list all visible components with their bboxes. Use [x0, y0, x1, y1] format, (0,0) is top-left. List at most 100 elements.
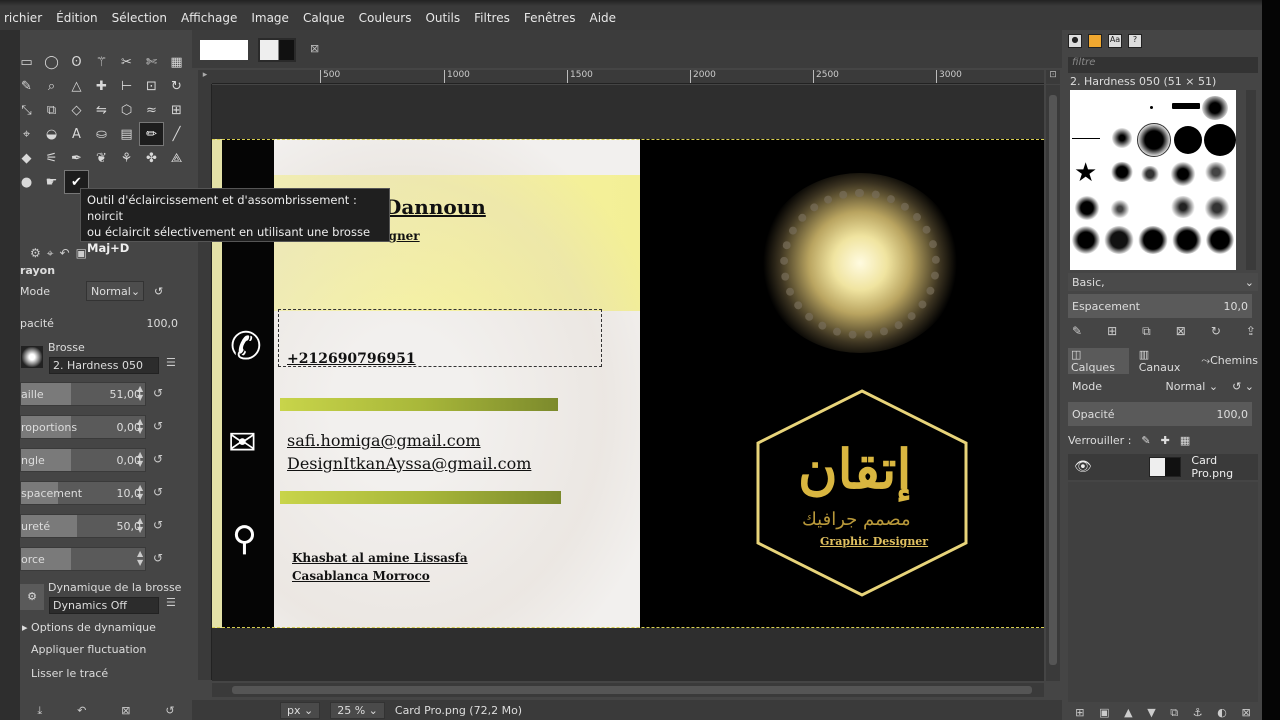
clone-tool-icon[interactable]: ⚘ — [114, 146, 139, 170]
paths-tool-icon[interactable]: ✎ — [14, 74, 39, 98]
undo-history-tab-icon[interactable]: ↶ — [60, 246, 70, 260]
hardness-slider[interactable]: ureté 50,0 — [20, 514, 146, 538]
ruler-corner[interactable]: ▸ — [198, 70, 212, 84]
menu-help[interactable]: Aide — [590, 11, 617, 25]
brush-edit-icon[interactable]: ☰ — [166, 356, 176, 369]
brush-spacing-slider[interactable]: Espacement 10,0 — [1068, 294, 1252, 318]
blur-tool-icon[interactable]: ● — [14, 170, 39, 194]
airbrush-tool-icon[interactable]: ⚟ — [39, 146, 64, 170]
device-status-tab-icon[interactable]: ⌖ — [47, 246, 54, 261]
menu-tools[interactable]: Outils — [425, 11, 460, 25]
save-options-icon[interactable]: ⤓ — [37, 704, 42, 720]
brush-field[interactable]: 2. Hardness 050 — [49, 357, 159, 374]
proportions-slider[interactable]: roportions 0,00 — [20, 415, 146, 439]
rotate-tool-icon[interactable]: ↻ — [164, 74, 189, 98]
reset-options-icon[interactable]: ↺ — [165, 704, 174, 720]
measure-tool-icon[interactable]: △ — [64, 74, 89, 98]
angle-slider[interactable]: ngle 0,00 — [20, 448, 146, 472]
ellipse-select-tool-icon[interactable]: ◯ — [39, 50, 64, 74]
dynamics-options-expander[interactable]: ▸ Options de dynamique — [22, 621, 156, 634]
edit-brush-icon[interactable]: ✎ — [1072, 324, 1082, 339]
lower-layer-icon[interactable]: ▼ — [1147, 706, 1155, 720]
spacing-slider[interactable]: spacement 10,0 — [20, 481, 146, 505]
cage-tool-icon[interactable]: ⬡ — [114, 98, 139, 122]
mask-layer-icon[interactable]: ◐ — [1217, 706, 1227, 720]
perspective-clone-icon[interactable]: ⟁ — [164, 146, 189, 170]
hardness-reset-icon[interactable]: ↺ — [153, 518, 163, 532]
unit-select[interactable]: px ⌄ — [280, 701, 321, 719]
vertical-scrollbar[interactable] — [1046, 85, 1060, 681]
smooth-stroke-checkbox[interactable]: Lisser le tracé — [22, 667, 108, 680]
new-layer-icon[interactable]: ⊞ — [1075, 706, 1084, 720]
pencil-tool-icon[interactable]: ✏ — [139, 122, 164, 146]
dynamics-edit-icon[interactable]: ☰ — [166, 596, 176, 609]
duplicate-layer-icon[interactable]: ⧉ — [1170, 706, 1178, 720]
text-tool-icon[interactable]: A — [64, 122, 89, 146]
lock-alpha-icon[interactable]: ▦ — [1180, 434, 1190, 447]
align-tool-icon[interactable]: ⊢ — [114, 74, 139, 98]
new-group-icon[interactable]: ▣ — [1099, 706, 1109, 720]
menu-colors[interactable]: Couleurs — [359, 11, 412, 25]
menu-file[interactable]: richier — [4, 11, 42, 25]
move-tool-icon[interactable]: ✚ — [89, 74, 114, 98]
history-tab-icon[interactable]: ? — [1128, 34, 1142, 48]
menu-filters[interactable]: Filtres — [474, 11, 510, 25]
reset-icon[interactable]: ↺ — [154, 285, 163, 298]
scale-tool-icon[interactable]: ⤡ — [14, 98, 39, 122]
crop-tool-icon[interactable]: ✂ — [114, 50, 139, 74]
delete-layer-icon[interactable]: ⊠ — [1241, 706, 1250, 720]
canvas-area[interactable]: Dannoun igner ✆ +212690796951 ✉ safi.hom… — [212, 85, 1044, 681]
delete-brush-icon[interactable]: ⊠ — [1176, 324, 1186, 339]
flip-tool-icon[interactable]: ⇋ — [89, 98, 114, 122]
brush-as-image-icon[interactable]: ⇪ — [1246, 324, 1256, 339]
ink-tool-icon[interactable]: ✒ — [64, 146, 89, 170]
force-spinner[interactable]: ▲ ▼ — [137, 549, 147, 567]
image-tab-blank[interactable] — [200, 40, 248, 60]
gradient-tool-icon[interactable]: ▤ — [114, 122, 139, 146]
eraser-tool-icon[interactable]: ◆ — [14, 146, 39, 170]
smudge-tool-icon[interactable]: ☛ — [39, 170, 64, 194]
unified-transform-icon[interactable]: ⌖ — [14, 122, 39, 146]
image-tab-card-pro[interactable] — [258, 38, 296, 62]
menu-edit[interactable]: Édition — [56, 11, 98, 25]
spacing-reset-icon[interactable]: ↺ — [153, 485, 163, 499]
mode-dropdown[interactable]: Normal ⌄ — [86, 281, 144, 301]
anchor-layer-icon[interactable]: ⚓ — [1193, 706, 1203, 720]
layer-item[interactable]: 👁 Card Pro.png — [1068, 454, 1258, 480]
delete-options-icon[interactable]: ⊠ — [121, 704, 130, 720]
perspective-tool-icon[interactable]: ◇ — [64, 98, 89, 122]
color-picker-icon[interactable]: ⌕ — [39, 74, 64, 98]
size-reset-icon[interactable]: ↺ — [153, 386, 163, 400]
layers-list[interactable] — [1068, 482, 1258, 702]
crop-frame-icon[interactable]: ⊡ — [139, 74, 164, 98]
images-tab-icon[interactable]: ▣ — [76, 246, 87, 260]
fuzzy-select-tool-icon[interactable]: ⚚ — [89, 50, 114, 74]
layer-mode-reset-icon[interactable]: ↺ ⌄ — [1232, 380, 1254, 393]
mypaint-brush-icon[interactable]: ❦ — [89, 146, 114, 170]
paint-bucket-icon[interactable]: ⛀ — [89, 122, 114, 146]
eye-icon[interactable]: 👁 — [1074, 459, 1092, 475]
brush-grid[interactable]: ★ — [1070, 90, 1236, 270]
zoom-select[interactable]: 25 % ⌄ — [330, 701, 385, 719]
tab-channels[interactable]: ▥ Canaux — [1139, 348, 1192, 374]
fonts-tab-icon[interactable]: Aa — [1108, 34, 1122, 48]
bucket-fill-icon[interactable]: ◒ — [39, 122, 64, 146]
restore-options-icon[interactable]: ↶ — [77, 704, 86, 720]
brushes-tab-icon[interactable]: ● — [1068, 34, 1082, 48]
paintbrush-tool-icon[interactable]: ╱ — [164, 122, 189, 146]
menu-windows[interactable]: Fenêtres — [524, 11, 576, 25]
brush-preview-icon[interactable] — [21, 346, 43, 368]
free-select-tool-icon[interactable]: ʘ — [64, 50, 89, 74]
raise-layer-icon[interactable]: ▲ — [1124, 706, 1132, 720]
heal-tool-icon[interactable]: ✤ — [139, 146, 164, 170]
angle-reset-icon[interactable]: ↺ — [153, 452, 163, 466]
dynamics-icon[interactable]: ⚙ — [20, 584, 44, 610]
proportions-reset-icon[interactable]: ↺ — [153, 419, 163, 433]
menu-view[interactable]: Affichage — [181, 11, 237, 25]
rect-select-tool-icon[interactable]: ▭ — [14, 50, 39, 74]
refresh-brushes-icon[interactable]: ↻ — [1211, 324, 1221, 339]
force-slider[interactable]: orce — [20, 547, 146, 571]
scissors-tool-icon[interactable]: ✄ — [139, 50, 164, 74]
lock-position-icon[interactable]: ✚ — [1161, 434, 1170, 447]
tab-paths[interactable]: ⤳Chemins — [1201, 354, 1258, 368]
